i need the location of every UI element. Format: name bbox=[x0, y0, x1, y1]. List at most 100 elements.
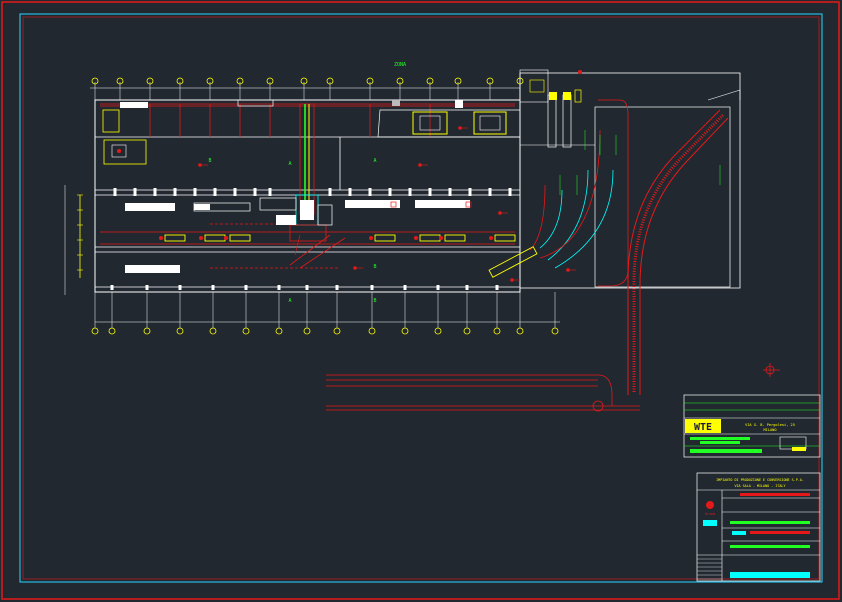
column-mark bbox=[110, 285, 114, 290]
motor-marker bbox=[489, 236, 493, 240]
column-mark bbox=[305, 285, 309, 290]
axis-bubble bbox=[176, 327, 184, 335]
column-mark bbox=[388, 188, 392, 196]
upper-process-lines bbox=[100, 103, 515, 269]
title-block-logo: WTE VIA G. B. Pergolesi, 25 MILANO bbox=[683, 394, 821, 458]
marker-dot bbox=[458, 126, 462, 130]
column-mark bbox=[403, 285, 407, 290]
column-mark bbox=[244, 285, 248, 290]
marker-dot bbox=[566, 268, 570, 272]
annex-pipe-routes bbox=[529, 129, 614, 269]
drawing-border-frame bbox=[19, 13, 823, 583]
axis-bubble bbox=[493, 327, 501, 335]
section-label: B bbox=[208, 158, 211, 164]
axis-bubble bbox=[143, 327, 151, 335]
upper-left-equipment bbox=[102, 99, 274, 165]
marker-dot bbox=[198, 163, 202, 167]
motor-unit bbox=[204, 234, 226, 242]
section-label: A bbox=[373, 158, 376, 164]
axis-bubble bbox=[91, 327, 99, 335]
company-address: VIA G. B. Pergolesi, 25 bbox=[745, 423, 795, 427]
axis-bubble bbox=[108, 327, 116, 335]
column-mark bbox=[213, 188, 217, 196]
column-mark bbox=[211, 285, 215, 290]
upper-right-equipment bbox=[377, 100, 521, 138]
column-mark bbox=[335, 285, 339, 290]
marker-dot bbox=[498, 211, 502, 215]
column-mark bbox=[233, 188, 237, 196]
column-mark bbox=[145, 285, 149, 290]
marker-dot bbox=[353, 266, 357, 270]
column-mark bbox=[153, 188, 157, 196]
axis-bubble bbox=[368, 327, 376, 335]
grid-axes-top bbox=[90, 77, 524, 100]
column-mark bbox=[133, 188, 137, 196]
section-label: B bbox=[373, 264, 376, 270]
building-plan bbox=[94, 69, 741, 293]
motor-row bbox=[159, 234, 516, 242]
press-area bbox=[259, 197, 333, 256]
column-mark bbox=[408, 188, 412, 196]
motor-unit bbox=[494, 234, 516, 242]
logo-text: WTE bbox=[694, 422, 712, 433]
section-labels: A B A B A B bbox=[208, 158, 376, 304]
axis-bubble bbox=[209, 327, 217, 335]
curved-belt-conveyor bbox=[598, 89, 741, 395]
annex-inner-room bbox=[594, 106, 731, 288]
zone-label: ZONA bbox=[394, 62, 406, 68]
column-mark bbox=[268, 188, 272, 196]
column-mark bbox=[488, 188, 492, 196]
motor-unit bbox=[164, 234, 186, 242]
section-label: A bbox=[288, 298, 291, 304]
axis-bubble bbox=[551, 327, 559, 335]
axis-bubble bbox=[516, 327, 524, 335]
axis-bubble bbox=[275, 327, 283, 335]
column-mark bbox=[368, 188, 372, 196]
motor-unit bbox=[374, 234, 396, 242]
axis-bubble bbox=[303, 327, 311, 335]
axis-bubble bbox=[401, 327, 409, 335]
grid-axes-bottom bbox=[91, 292, 560, 335]
section-label: A bbox=[288, 161, 291, 167]
title-block-main: IMPIANTO DI PRODUZIONE E CONVERSIONE S.P… bbox=[696, 472, 821, 582]
marker-dot bbox=[510, 278, 514, 282]
title-block-revision-rows bbox=[697, 558, 722, 580]
outer-sheet-frame bbox=[1, 1, 840, 600]
column-mark bbox=[253, 188, 257, 196]
section-label: B bbox=[373, 298, 376, 304]
column-mark bbox=[370, 285, 374, 290]
project-title: IMPIANTO DI PRODUZIONE E CONVERSIONE S.P… bbox=[716, 478, 804, 482]
cad-drawing-canvas: ZONA A BAB AB WTE VIA G. B. Pergolesi, 2… bbox=[1, 1, 840, 600]
column-mark bbox=[428, 188, 432, 196]
client-logo: Arvea bbox=[705, 512, 715, 516]
motor-marker bbox=[414, 236, 418, 240]
column-mark bbox=[436, 285, 440, 290]
annex-tanks bbox=[547, 70, 582, 148]
motor-marker bbox=[224, 236, 228, 240]
marker-dot bbox=[418, 163, 422, 167]
motor-unit bbox=[419, 234, 441, 242]
axis-bubble bbox=[463, 327, 471, 335]
column-mark bbox=[193, 188, 197, 196]
tilted-unit bbox=[488, 246, 538, 278]
motor-unit bbox=[444, 234, 466, 242]
motor-unit bbox=[229, 234, 251, 242]
left-dimension-line bbox=[64, 185, 83, 295]
column-mark bbox=[468, 188, 472, 196]
column-mark bbox=[448, 188, 452, 196]
column-mark bbox=[508, 188, 512, 196]
project-location: VIA SALA - MILANO - ITALY bbox=[734, 484, 785, 488]
motor-marker bbox=[199, 236, 203, 240]
north-arrow bbox=[763, 363, 780, 377]
drawing-border-inner bbox=[22, 16, 820, 580]
mid-bay-equipment bbox=[125, 200, 472, 273]
column-mark bbox=[328, 188, 332, 196]
column-mark bbox=[277, 285, 281, 290]
motor-marker bbox=[439, 236, 443, 240]
motor-marker bbox=[369, 236, 373, 240]
annex-room-top-2 bbox=[529, 79, 545, 93]
axis-bubble bbox=[434, 327, 442, 335]
column-mark bbox=[113, 188, 117, 196]
company-city: MILANO bbox=[764, 428, 777, 432]
column-mark bbox=[465, 285, 469, 290]
